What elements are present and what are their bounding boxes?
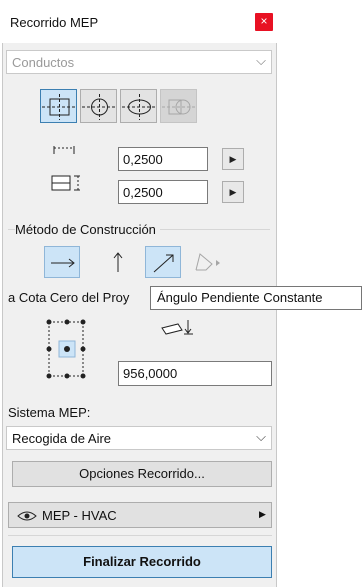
finish-routing-button[interactable]: Finalizar Recorrido: [12, 546, 272, 578]
width-arrow-button[interactable]: ▶: [222, 148, 244, 170]
horizontal-arrow-icon: [51, 258, 75, 268]
chevron-down-icon: ⌵: [256, 53, 266, 68]
element-type-value: Conductos: [12, 55, 75, 70]
slope-flyout-icon: [195, 253, 220, 271]
element-type-dropdown[interactable]: Conductos ⌵: [6, 50, 272, 74]
anchor-point-grid-icon[interactable]: [45, 318, 87, 380]
width-field[interactable]: 0,2500: [118, 147, 208, 171]
method-vertical-button[interactable]: [100, 246, 136, 278]
transition-shape-button[interactable]: [160, 89, 197, 123]
height-field[interactable]: 0,2500: [118, 180, 208, 204]
circular-connector-icon: [82, 94, 117, 120]
eye-icon: [17, 511, 37, 521]
duct-dimensions-icon: [51, 146, 80, 191]
flyout-arrow-icon: ▶: [259, 509, 266, 519]
rectangular-connector-icon: [42, 94, 77, 120]
close-button[interactable]: ×: [255, 13, 273, 31]
rectangular-shape-button[interactable]: [40, 89, 77, 123]
tooltip: Ángulo Pendiente Constante: [150, 286, 362, 310]
chevron-down-icon: ⌵: [256, 429, 266, 444]
oval-connector-icon: [122, 94, 157, 120]
elevation-reference-label: a Cota Cero del Proy: [8, 290, 130, 305]
layer-name: MEP - HVAC: [42, 508, 117, 523]
vertical-arrow-icon: [113, 252, 123, 272]
transition-connector-icon: [162, 99, 197, 115]
height-arrow-button[interactable]: ▶: [222, 181, 244, 203]
divider: [8, 535, 272, 536]
elevation-icon: [161, 320, 193, 335]
mep-system-value: Recogida de Aire: [12, 431, 112, 446]
window-title: Recorrido MEP: [10, 15, 99, 30]
layer-selector[interactable]: MEP - HVAC ▶: [8, 502, 272, 528]
oval-shape-button[interactable]: [120, 89, 157, 123]
method-slope-flyout-button[interactable]: [190, 246, 226, 278]
routing-options-button[interactable]: Opciones Recorrido...: [12, 461, 272, 487]
method-slope-button[interactable]: [145, 246, 181, 278]
construction-method-label: Método de Construcción: [15, 222, 160, 237]
diagonal-arrow-icon: [153, 254, 174, 273]
mep-system-dropdown[interactable]: Recogida de Aire ⌵: [6, 426, 272, 450]
mep-system-label: Sistema MEP:: [8, 405, 91, 420]
elevation-field[interactable]: 956,0000: [118, 361, 272, 386]
circular-shape-button[interactable]: [80, 89, 117, 123]
method-horizontal-button[interactable]: [44, 246, 80, 278]
